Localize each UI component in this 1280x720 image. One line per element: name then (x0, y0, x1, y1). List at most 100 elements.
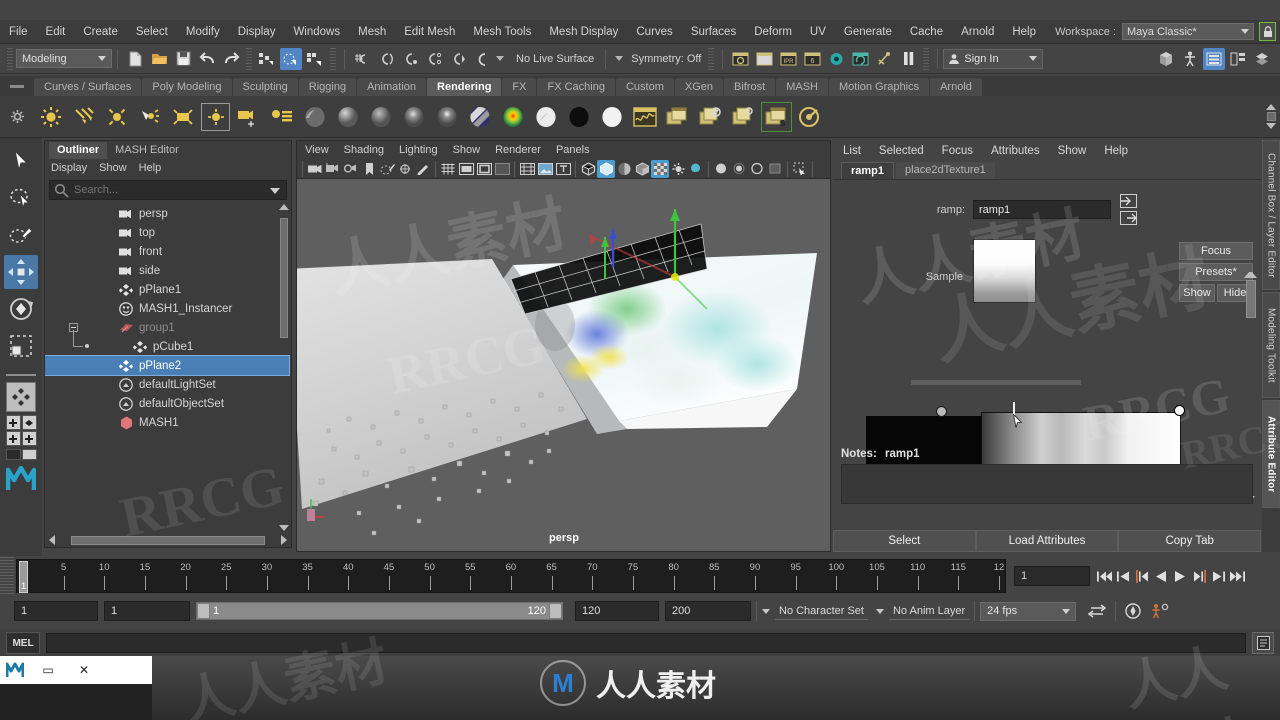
scroll-thumb[interactable] (280, 218, 288, 338)
gear-icon[interactable] (0, 96, 34, 138)
tab-attribute-editor[interactable]: Attribute Editor (1262, 400, 1280, 508)
toolbar-grip[interactable] (7, 47, 13, 70)
three-pane-layout-icon[interactable] (21, 431, 37, 446)
flat-shade-icon[interactable] (633, 160, 651, 178)
character-set-combobox[interactable]: No Character Set (762, 602, 868, 620)
search-input[interactable] (74, 184, 264, 196)
ramp-shader-icon[interactable] (496, 100, 529, 134)
snap-to-point-icon[interactable] (399, 48, 421, 70)
render-diagnostics-icon[interactable] (873, 48, 895, 70)
smooth-shade-all-icon[interactable] (597, 159, 615, 178)
list-item[interactable]: MASH1 (45, 413, 291, 432)
shelf-tab-custom[interactable]: Custom (615, 78, 674, 96)
two-d-pan-zoom-icon[interactable] (396, 160, 414, 178)
outliner-persp-layout-icon[interactable] (21, 449, 37, 460)
list-item[interactable]: front (45, 242, 291, 261)
animation-preferences-icon[interactable] (1147, 601, 1173, 621)
undo-icon[interactable] (196, 48, 218, 70)
shadows-icon[interactable] (687, 160, 705, 178)
phong-material-icon[interactable] (364, 100, 397, 134)
sign-in-button[interactable]: Sign In (943, 48, 1044, 69)
tab-channel-box-layer-editor[interactable]: Channel Box / Layer Editor (1262, 140, 1280, 290)
use-default-light-icon[interactable] (669, 160, 687, 178)
outliner-menu-help[interactable]: Help (139, 162, 162, 174)
render-current-frame-icon[interactable] (729, 48, 751, 70)
shelf-tab-animation[interactable]: Animation (357, 78, 427, 96)
range-start-field[interactable]: 1 (104, 601, 190, 621)
time-slider[interactable]: 1 5 10 15 20 25 30 35 40 45 50 55 60 65 70 75 80 85 90 95 1… (16, 559, 1006, 593)
shelf-tab-curves-surfaces[interactable]: Curves / Surfaces (34, 78, 142, 96)
scroll-up-icon[interactable] (1244, 272, 1257, 278)
image-view-icon[interactable] (536, 160, 554, 178)
menu-help[interactable]: Help (1003, 20, 1045, 44)
range-end-field[interactable]: 120 (575, 601, 659, 621)
xray-icon[interactable] (518, 160, 536, 178)
list-item[interactable]: group1 (45, 318, 291, 337)
sample-swatch[interactable] (973, 239, 1036, 303)
layer-editor-icon[interactable] (1227, 48, 1249, 70)
ramp-marker-1[interactable] (1174, 405, 1185, 416)
isolate-select-icon[interactable] (791, 160, 809, 178)
scroll-up-icon[interactable] (1266, 104, 1276, 110)
viewport-menu-show[interactable]: Show (453, 144, 481, 156)
ramp-marker-0[interactable] (936, 406, 947, 417)
make-live-icon[interactable] (471, 48, 493, 70)
list-item[interactable]: defaultLightSet (45, 375, 291, 394)
anim-layer-combobox[interactable]: No Anim Layer (875, 602, 970, 620)
lambert-material-icon[interactable] (298, 100, 331, 134)
area-light-icon[interactable] (166, 100, 199, 134)
go-to-start-icon[interactable] (1096, 566, 1112, 586)
output-connection-icon[interactable] (1120, 211, 1137, 225)
select-by-component-icon[interactable] (304, 48, 326, 70)
step-back-frame-icon[interactable] (1134, 566, 1150, 586)
snap-to-projected-center-icon[interactable] (423, 48, 445, 70)
four-pane-layout-icon[interactable] (5, 415, 21, 430)
smooth-shade-icon[interactable] (615, 160, 633, 178)
render-setup-icon[interactable] (727, 100, 760, 134)
directional-light-icon[interactable] (67, 100, 100, 134)
menu-cache[interactable]: Cache (901, 20, 952, 44)
menu-mesh[interactable]: Mesh (349, 20, 395, 44)
phonge-material-icon[interactable] (397, 100, 430, 134)
layout-preset-row[interactable] (5, 449, 37, 460)
animation-end-field[interactable]: 200 (665, 601, 751, 621)
single-pane-layout-icon[interactable] (5, 449, 21, 460)
range-slider-right-handle[interactable] (549, 603, 562, 619)
snap-to-grid-icon[interactable] (351, 48, 373, 70)
scroll-up-icon[interactable] (279, 204, 289, 210)
anisotropic-material-icon[interactable] (430, 100, 463, 134)
point-light-icon[interactable] (100, 100, 133, 134)
menuset-combobox[interactable]: Modeling (16, 49, 112, 68)
current-frame-field[interactable]: 1 (1014, 566, 1090, 586)
pause-icon[interactable] (897, 48, 919, 70)
copy-tab-button[interactable]: Copy Tab (1118, 530, 1262, 552)
shelf-grip[interactable] (0, 76, 34, 96)
image-plane-icon[interactable] (378, 160, 396, 178)
shading-map-icon[interactable] (595, 100, 628, 134)
list-item[interactable]: side (45, 261, 291, 280)
ambient-occlusion-icon[interactable] (712, 160, 730, 178)
chevron-down-icon[interactable] (496, 56, 504, 61)
shelf-tab-rigging[interactable]: Rigging (298, 78, 357, 96)
command-input[interactable] (46, 633, 1246, 653)
time-playhead[interactable]: 1 (19, 561, 28, 593)
list-item[interactable]: MASH1_Instancer (45, 299, 291, 318)
time-slider-grip[interactable] (0, 557, 14, 595)
menu-deform[interactable]: Deform (745, 20, 801, 44)
tab-place2dtexture1[interactable]: place2dTexture1 (896, 162, 995, 179)
menu-surfaces[interactable]: Surfaces (682, 20, 745, 44)
chevron-down-icon[interactable] (270, 188, 280, 194)
viewport-3d-canvas[interactable]: persp 人人素材 RRCG (297, 179, 830, 551)
shelf-tab-motion-graphics[interactable]: Motion Graphics (828, 78, 930, 96)
use-background-icon[interactable] (562, 100, 595, 134)
render-sequence-icon[interactable]: 6 (801, 48, 823, 70)
grease-pencil-icon[interactable] (414, 160, 432, 178)
viewport-menu-shading[interactable]: Shading (344, 144, 384, 156)
light-linking-icon[interactable] (265, 100, 298, 134)
open-scene-icon[interactable] (148, 48, 170, 70)
bookmark-camera-icon[interactable] (324, 160, 342, 178)
step-forward-frame-icon[interactable] (1191, 566, 1207, 586)
layered-shader-icon[interactable] (463, 100, 496, 134)
grid-icon[interactable] (439, 160, 457, 178)
render-region-icon[interactable] (753, 48, 775, 70)
